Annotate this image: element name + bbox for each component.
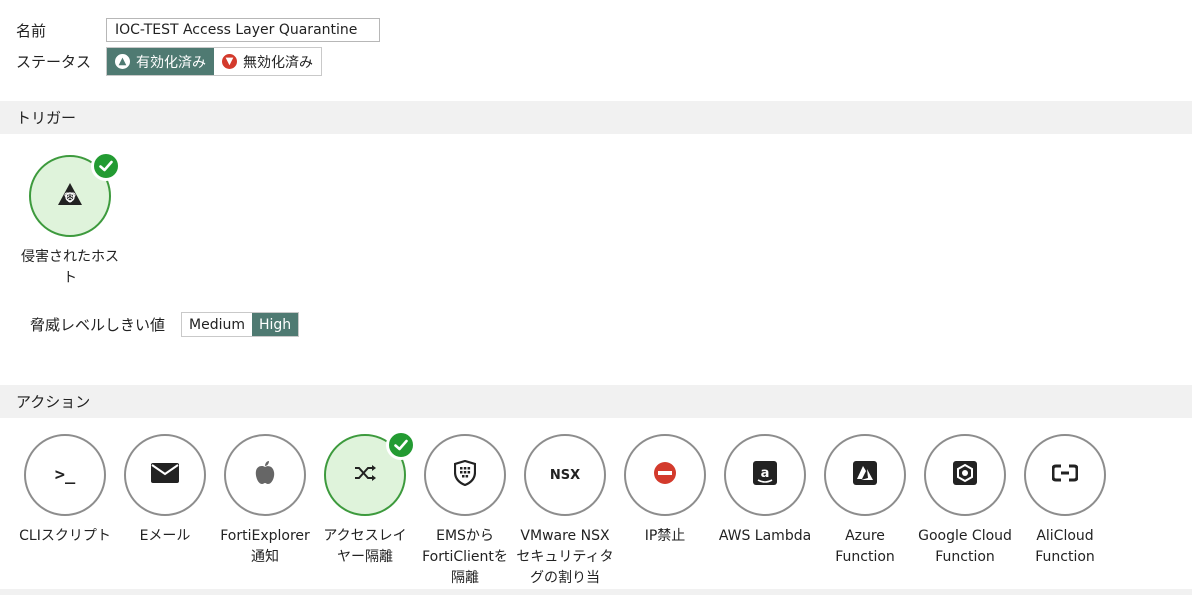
status-disabled-button[interactable]: ▼ 無効化済み — [214, 48, 321, 75]
shield-grid-icon — [453, 459, 477, 490]
trigger-section-title: トリガー — [16, 109, 77, 127]
action-tile-email: Eメール — [115, 434, 215, 547]
threat-threshold-toggle: Medium High — [181, 312, 300, 337]
status-enabled-label: 有効化済み — [136, 54, 206, 71]
trigger-compromised-host-label: 侵害されたホスト — [21, 249, 119, 286]
terminal-icon: >_ — [54, 465, 76, 485]
action-azure-function-label: Azure Function — [835, 528, 895, 565]
action-tile-cli-script: >_ CLIスクリプト — [15, 434, 115, 547]
action-google-cloud-function-label: Google Cloud Function — [918, 528, 1012, 565]
action-email-button[interactable] — [124, 434, 206, 516]
svg-text:a: a — [761, 466, 770, 481]
amazon-icon: a — [753, 461, 777, 489]
shuffle-icon — [354, 464, 376, 486]
name-row: 名前 — [16, 18, 380, 42]
status-enabled-button[interactable]: ▲ 有効化済み — [107, 48, 214, 75]
action-tile-ems-quarantine: EMSからFortiClientを隔離 — [415, 434, 515, 589]
action-azure-function-button[interactable] — [824, 434, 906, 516]
status-disabled-label: 無効化済み — [243, 54, 313, 71]
action-tile-fortiexplorer: FortiExplorer 通知 — [215, 434, 315, 568]
action-fortiexplorer-button[interactable] — [224, 434, 306, 516]
arrow-up-circle-icon: ▲ — [115, 54, 130, 69]
checkmark-icon — [386, 430, 416, 460]
status-toggle: ▲ 有効化済み ▼ 無効化済み — [106, 47, 322, 76]
action-cli-script-label: CLIスクリプト — [19, 528, 111, 544]
action-tile-google-cloud-function: Google Cloud Function — [915, 434, 1015, 568]
google-cloud-icon — [953, 461, 977, 489]
nsx-icon: NSX — [549, 467, 581, 483]
action-ems-quarantine-button[interactable] — [424, 434, 506, 516]
action-section-header: アクション — [0, 385, 1192, 418]
threat-threshold-row: 脅威レベルしきい値 Medium High — [30, 312, 300, 337]
envelope-icon — [151, 463, 179, 487]
action-tile-vmware-nsx: NSX VMware NSX セキュリティタグの割り当 — [515, 434, 615, 589]
action-alicloud-function-button[interactable] — [1024, 434, 1106, 516]
trigger-tile-compromised-host: 侵害されたホスト — [20, 151, 121, 289]
action-section-title: アクション — [16, 393, 91, 411]
action-email-label: Eメール — [139, 528, 191, 544]
azure-icon — [853, 461, 877, 489]
status-label: ステータス — [16, 53, 92, 71]
checkmark-icon — [91, 151, 121, 181]
action-aws-lambda-label: AWS Lambda — [718, 528, 812, 544]
action-vmware-nsx-label: VMware NSX セキュリティタグの割り当 — [516, 528, 614, 586]
action-cli-script-button[interactable]: >_ — [24, 434, 106, 516]
action-ems-quarantine-label: EMSからFortiClientを隔離 — [422, 528, 508, 586]
alicloud-icon — [1051, 464, 1079, 486]
action-fortiexplorer-label: FortiExplorer 通知 — [220, 528, 310, 565]
action-access-layer-quarantine-label: アクセスレイヤー隔離 — [323, 528, 407, 565]
action-aws-lambda-button[interactable]: a — [724, 434, 806, 516]
threshold-medium-button[interactable]: Medium — [182, 313, 252, 336]
trigger-compromised-host-button[interactable] — [29, 151, 121, 237]
apple-icon — [254, 460, 276, 490]
name-input[interactable] — [106, 18, 380, 42]
status-row: ステータス ▲ 有効化済み ▼ 無効化済み — [16, 47, 322, 76]
bottom-divider — [0, 589, 1192, 595]
action-access-layer-quarantine-button[interactable] — [324, 430, 416, 516]
action-ip-ban-label: IP禁止 — [644, 528, 686, 544]
biohazard-icon — [57, 182, 83, 210]
action-tile-access-layer-quarantine: アクセスレイヤー隔離 — [315, 430, 416, 568]
action-vmware-nsx-button[interactable]: NSX — [524, 434, 606, 516]
action-tile-azure-function: Azure Function — [815, 434, 915, 568]
ban-icon — [653, 461, 677, 489]
action-tile-ip-ban: IP禁止 — [615, 434, 715, 547]
action-alicloud-function-label: AliCloud Function — [1035, 528, 1095, 565]
arrow-down-circle-icon: ▼ — [222, 54, 237, 69]
action-google-cloud-function-button[interactable] — [924, 434, 1006, 516]
action-tile-aws-lambda: a AWS Lambda — [715, 434, 815, 547]
action-tile-alicloud-function: AliCloud Function — [1015, 434, 1115, 568]
threat-threshold-label: 脅威レベルしきい値 — [30, 316, 166, 334]
threshold-high-button[interactable]: High — [252, 313, 299, 336]
name-label: 名前 — [16, 21, 47, 40]
trigger-section-header: トリガー — [0, 101, 1192, 134]
action-ip-ban-button[interactable] — [624, 434, 706, 516]
